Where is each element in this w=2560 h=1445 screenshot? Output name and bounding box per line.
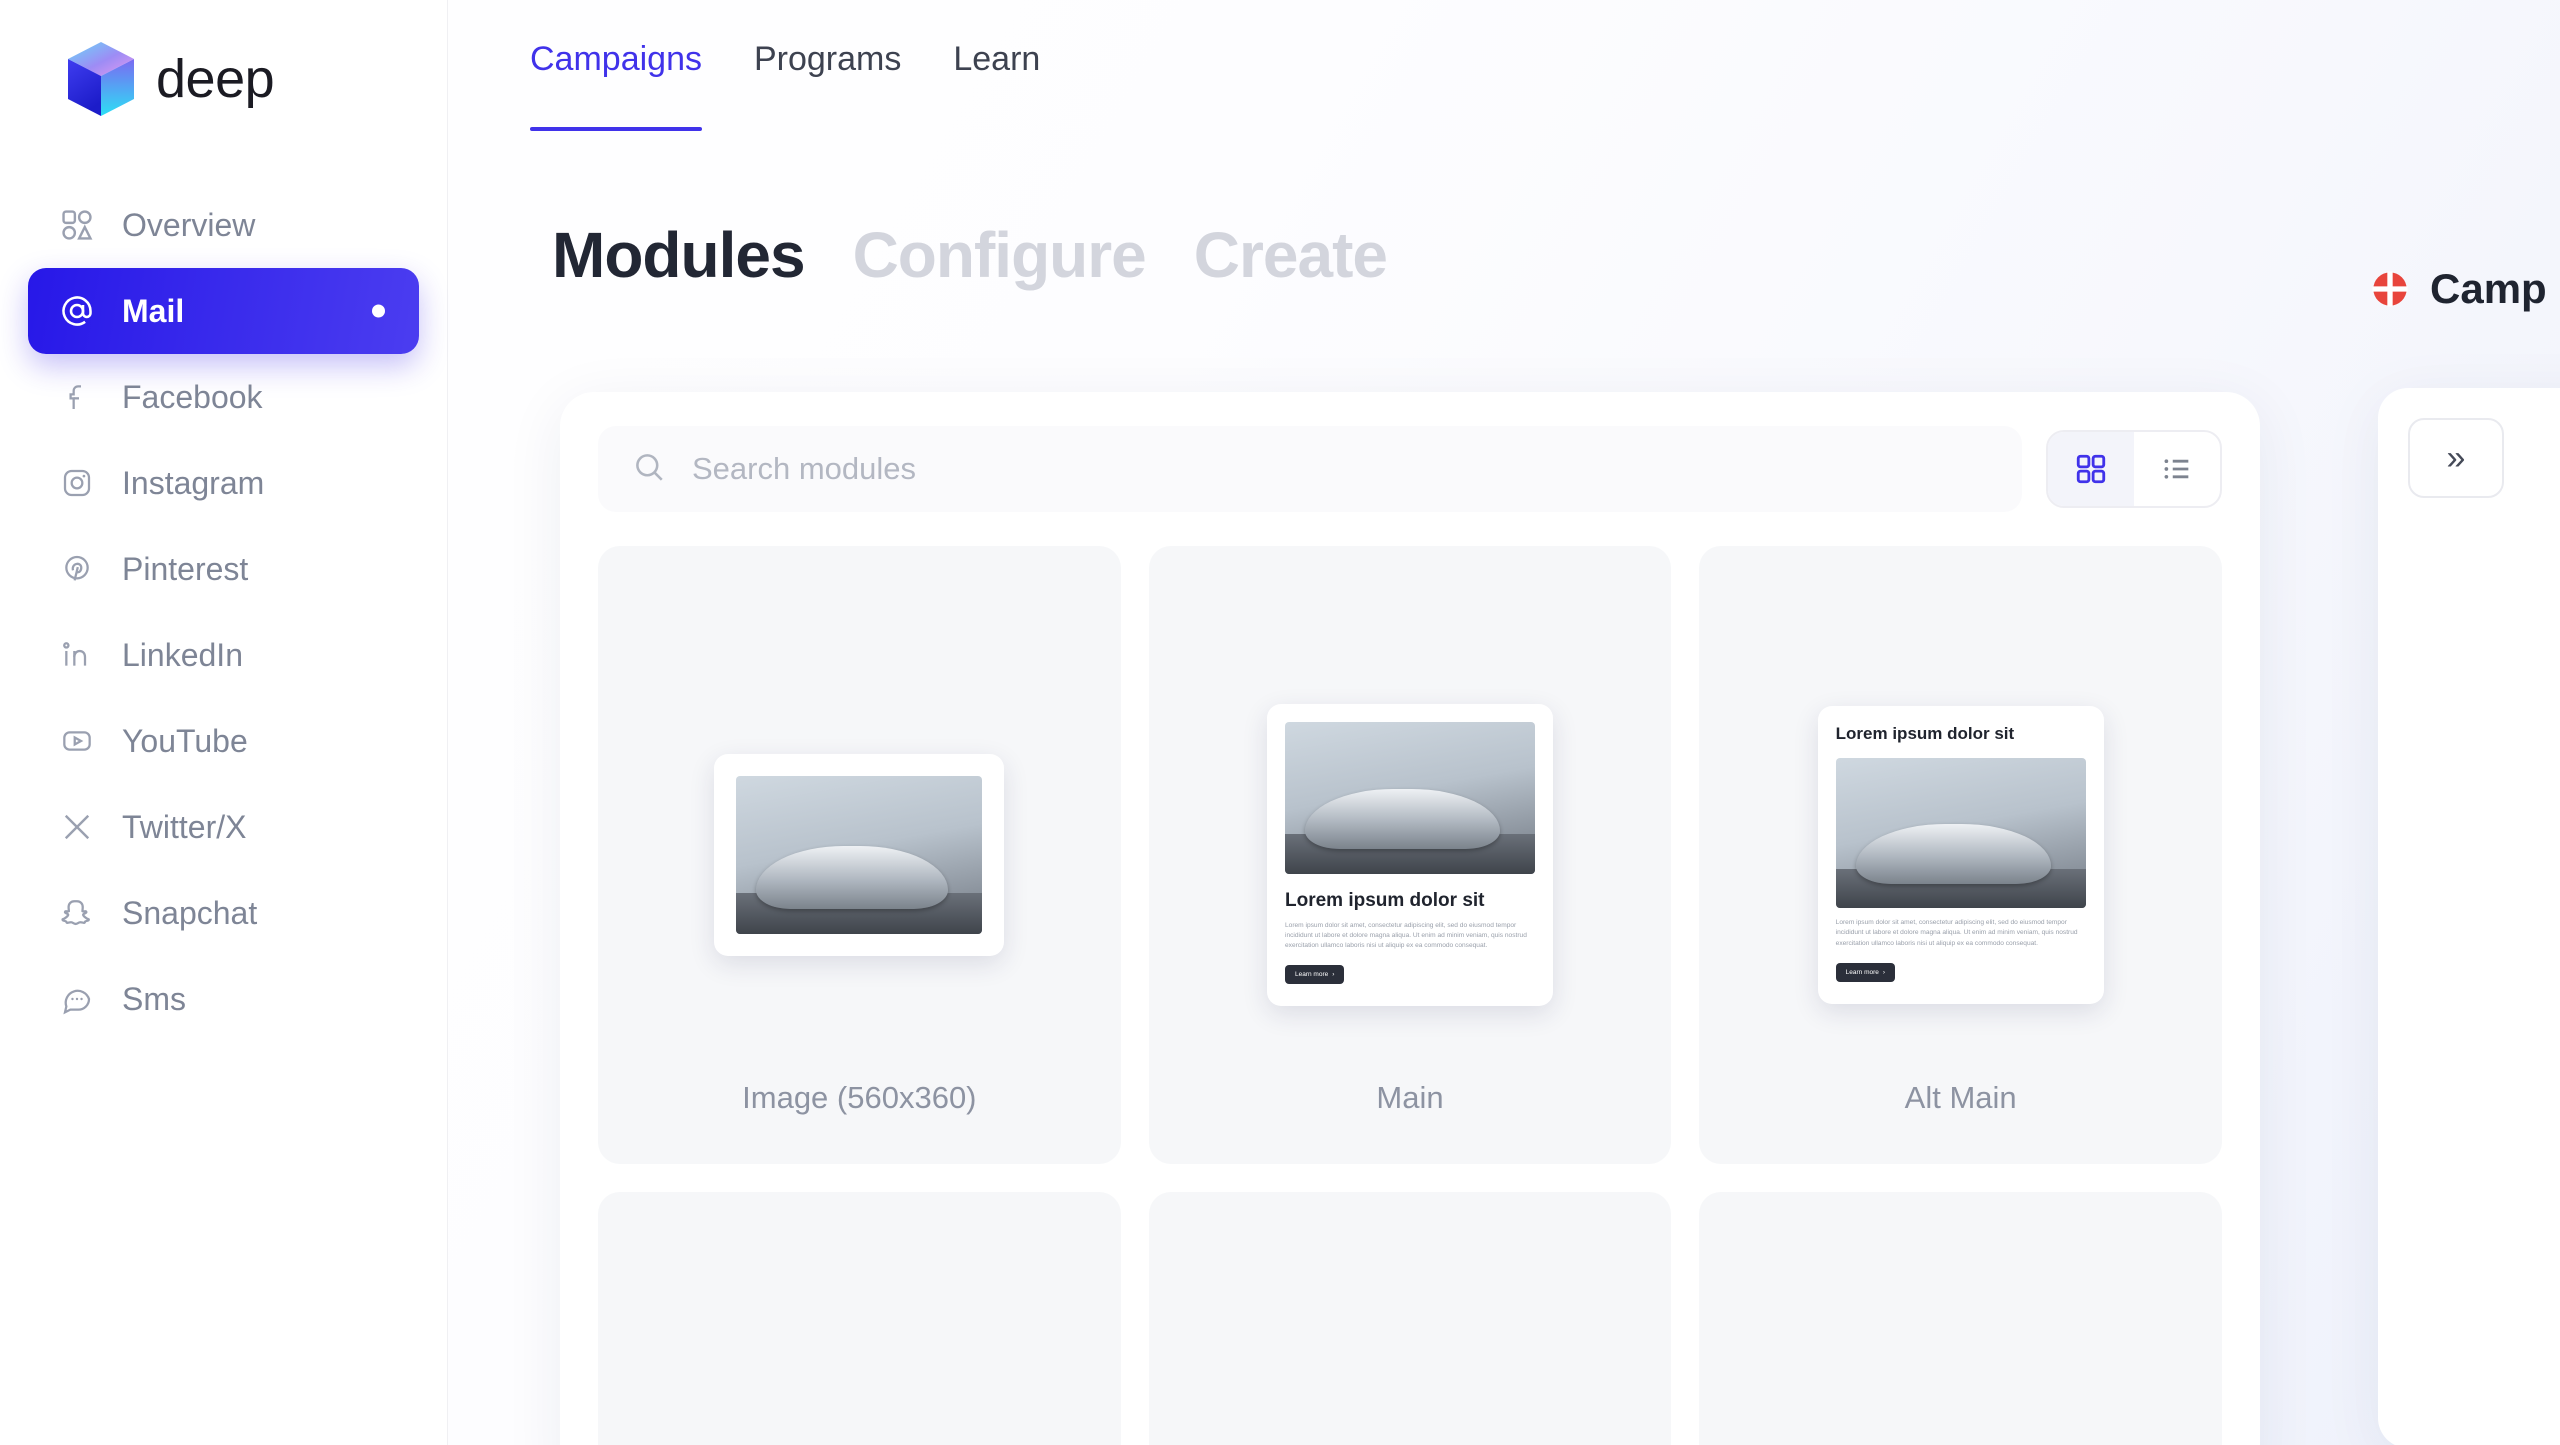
module-card-label: Image (560x360) xyxy=(742,1080,977,1115)
modules-panel: Search modules Image (560x360) Lorem ips… xyxy=(560,392,2260,1445)
chevrons-right-icon[interactable]: » xyxy=(2408,418,2504,498)
sidebar-item-instagram[interactable]: Instagram xyxy=(28,440,419,526)
tab-learn[interactable]: Learn xyxy=(953,40,1040,89)
app-root: deep Overview Mail Facebook Instagram Pi… xyxy=(0,0,2560,1445)
youtube-icon xyxy=(58,722,96,760)
sidebar-item-label: Pinterest xyxy=(122,550,249,587)
sidebar-item-label: Twitter/X xyxy=(122,808,247,845)
sidebar-nav: Overview Mail Facebook Instagram Pintere… xyxy=(0,182,447,1042)
sidebar-item-twitter-x[interactable]: Twitter/X xyxy=(28,784,419,870)
shapes-grid-icon xyxy=(58,206,96,244)
snapchat-icon xyxy=(58,894,96,932)
preview-cta-button[interactable]: Learn more › xyxy=(1284,965,1345,985)
right-rail-header: Camp xyxy=(2370,265,2547,313)
instagram-icon xyxy=(58,464,96,502)
arrow-right-icon: › xyxy=(1882,968,1886,976)
pinterest-icon xyxy=(58,550,96,588)
tab-configure[interactable]: Configure xyxy=(853,218,1147,292)
top-navigation: Campaigns Programs Learn xyxy=(530,40,1040,131)
module-preview xyxy=(714,754,1005,956)
facebook-icon xyxy=(58,378,96,416)
linkedin-icon xyxy=(58,636,96,674)
sidebar-item-label: Snapchat xyxy=(122,894,258,931)
sidebar-item-mail[interactable]: Mail xyxy=(28,268,419,354)
sms-icon xyxy=(58,980,96,1018)
sidebar-item-label: Facebook xyxy=(122,378,263,415)
modules-grid: Image (560x360) Lorem ipsum dolor sit Lo… xyxy=(598,546,2222,1445)
tab-create[interactable]: Create xyxy=(1194,218,1388,292)
grid-view-icon[interactable] xyxy=(2048,432,2134,506)
expand-button-label: » xyxy=(2446,438,2466,477)
arrow-right-icon: › xyxy=(1332,971,1335,979)
module-card-label: Main xyxy=(1376,1080,1444,1115)
tab-modules[interactable]: Modules xyxy=(552,218,806,292)
search-icon xyxy=(632,450,666,489)
page-tabs: Modules Configure Create xyxy=(552,218,1388,292)
sidebar: deep Overview Mail Facebook Instagram Pi… xyxy=(0,0,448,1445)
sidebar-item-label: Sms xyxy=(122,980,186,1017)
module-preview: Lorem ipsum dolor sit Lorem ipsum dolor … xyxy=(1266,703,1553,1007)
sidebar-item-overview[interactable]: Overview xyxy=(28,182,419,268)
module-card-heading-body-image[interactable]: Lorem ipsum dolor sit Lorem ipsum dolor … xyxy=(598,1192,1121,1445)
modules-toolbar: Search modules xyxy=(598,426,2222,512)
list-view-icon[interactable] xyxy=(2134,432,2220,506)
tab-campaigns-label: Campaigns xyxy=(530,40,702,78)
preview-body: Lorem ipsum dolor sit amet, consectetur … xyxy=(1835,919,2078,947)
twitter-x-icon xyxy=(58,808,96,846)
sidebar-item-linkedin[interactable]: LinkedIn xyxy=(28,612,419,698)
campaign-target-icon xyxy=(2370,269,2410,309)
brand-logo[interactable]: deep xyxy=(0,0,447,120)
search-placeholder: Search modules xyxy=(692,451,917,486)
search-input[interactable]: Search modules xyxy=(598,426,2022,512)
preview-car-image xyxy=(736,776,983,934)
module-card-label: Alt Main xyxy=(1904,1080,2017,1115)
module-card-two-column[interactable]: Lorem ipsum Lorem ipsum dolor sit amet, … xyxy=(1699,1192,2222,1445)
preview-body: Lorem ipsum dolor sit amet, consectetur … xyxy=(1284,921,1527,950)
sidebar-item-label: YouTube xyxy=(122,722,248,759)
sidebar-item-facebook[interactable]: Facebook xyxy=(28,354,419,440)
sidebar-item-label: Overview xyxy=(122,206,256,243)
at-sign-icon xyxy=(58,292,96,330)
tab-campaigns[interactable]: Campaigns xyxy=(530,40,702,131)
preview-heading: Lorem ipsum dolor sit xyxy=(1835,724,2015,744)
preview-cta-label: Learn more xyxy=(1294,971,1329,979)
brand-name: deep xyxy=(156,49,275,109)
preview-car-image xyxy=(1835,758,2086,909)
right-rail-panel: » xyxy=(2378,388,2560,1445)
tab-programs[interactable]: Programs xyxy=(754,40,901,89)
sidebar-item-pinterest[interactable]: Pinterest xyxy=(28,526,419,612)
module-card-heading-body[interactable]: Lorem ipsum dolor sit Lorem ipsum dolor … xyxy=(1148,1192,1672,1445)
sidebar-item-youtube[interactable]: YouTube xyxy=(28,698,419,784)
sidebar-item-label: Instagram xyxy=(122,464,265,501)
sidebar-item-sms[interactable]: Sms xyxy=(28,956,419,1042)
preview-car-image xyxy=(1284,721,1535,874)
preview-cta-button[interactable]: Learn more › xyxy=(1835,962,1896,982)
preview-cta-label: Learn more xyxy=(1845,968,1879,976)
sidebar-item-label: Mail xyxy=(122,292,185,329)
cube-logo-icon xyxy=(68,42,134,116)
preview-heading: Lorem ipsum dolor sit xyxy=(1284,889,1485,911)
sidebar-item-snapchat[interactable]: Snapchat xyxy=(28,870,419,956)
module-preview: Lorem ipsum dolor sit Lorem ipsum dolor … xyxy=(1817,706,2104,1004)
right-rail-title: Camp xyxy=(2430,265,2547,312)
tab-learn-label: Learn xyxy=(953,40,1041,78)
view-toggle xyxy=(2046,430,2222,508)
sidebar-item-label: LinkedIn xyxy=(122,636,243,673)
module-card-alt-main[interactable]: Lorem ipsum dolor sit Lorem ipsum dolor … xyxy=(1699,546,2222,1164)
tab-programs-label: Programs xyxy=(753,40,902,78)
mail-unread-badge xyxy=(372,304,385,318)
module-card-main[interactable]: Lorem ipsum dolor sit Lorem ipsum dolor … xyxy=(1148,546,1672,1164)
module-card-image[interactable]: Image (560x360) xyxy=(598,546,1121,1164)
